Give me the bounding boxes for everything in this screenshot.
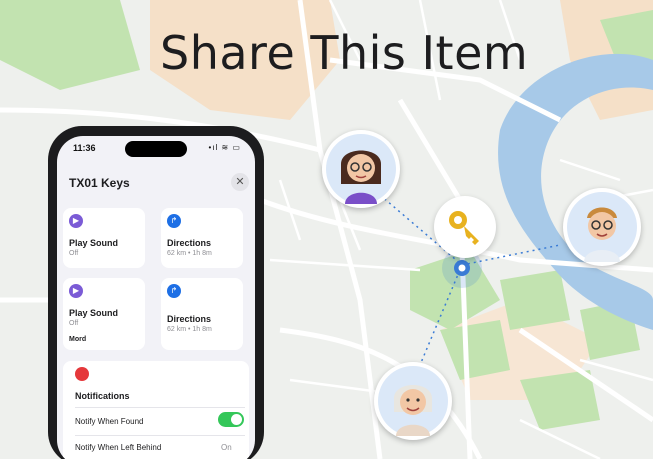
notifications-section: Notifications Notify When Found Notify W…: [63, 361, 249, 459]
divider: [75, 435, 245, 436]
notify-when-left-behind-label[interactable]: Notify When Left Behind: [75, 443, 161, 452]
page-title: Share This Item: [160, 26, 529, 80]
avatar-illustration: [326, 134, 396, 204]
card-subtitle: 62 km • 1h 8m: [167, 326, 212, 333]
avatar-illustration: [567, 192, 637, 262]
status-bar: 11:36 •ıl ≋ ▭: [57, 136, 255, 158]
close-button[interactable]: ✕: [231, 173, 249, 191]
phone-screen: 11:36 •ıl ≋ ▭ TX01 Keys ✕ ▶ Play Sound O…: [57, 136, 255, 459]
close-icon: ✕: [235, 176, 245, 188]
notify-when-left-behind-value[interactable]: On: [221, 443, 232, 452]
sheet-title: TX01 Keys: [69, 176, 130, 190]
card-title: Play Sound: [69, 238, 119, 248]
play-sound-card[interactable]: ▶ Play Sound Off: [63, 208, 145, 268]
card-extra-label: Mord: [69, 336, 87, 343]
older-woman-avatar[interactable]: [374, 362, 452, 440]
bell-icon: [75, 367, 89, 381]
notifications-heading: Notifications: [75, 391, 130, 401]
app-stage: Share This Item 11:36 •ıl ≋ ▭ TX01 Keys …: [0, 0, 653, 459]
play-sound-card[interactable]: ▶ Play Sound Off Mord: [63, 278, 145, 350]
directions-icon: ↱: [167, 214, 181, 228]
dynamic-island: [125, 141, 187, 157]
card-title: Directions: [167, 314, 212, 324]
card-title: Directions: [167, 238, 212, 248]
status-time: 11:36: [73, 143, 96, 153]
card-title: Play Sound: [69, 308, 119, 318]
card-subtitle: 62 km • 1h 8m: [167, 250, 212, 257]
directions-icon: ↱: [167, 284, 181, 298]
key-icon: [449, 211, 479, 245]
notify-when-found-label: Notify When Found: [75, 417, 144, 426]
toggle-knob: [231, 414, 242, 425]
status-icons: •ıl ≋ ▭: [208, 143, 241, 152]
play-icon: ▶: [69, 214, 83, 228]
card-subtitle: Off: [69, 320, 79, 327]
avatar-illustration: [378, 366, 448, 436]
play-icon: ▶: [69, 284, 83, 298]
directions-card[interactable]: ↱ Directions 62 km • 1h 8m: [161, 278, 243, 350]
woman-with-glasses-avatar[interactable]: [322, 130, 400, 208]
divider: [75, 407, 245, 408]
card-subtitle: Off: [69, 250, 79, 257]
directions-card[interactable]: ↱ Directions 62 km • 1h 8m: [161, 208, 243, 268]
notify-when-found-toggle[interactable]: [218, 412, 244, 427]
man-with-glasses-avatar[interactable]: [563, 188, 641, 266]
item-location-pin[interactable]: [434, 196, 496, 258]
